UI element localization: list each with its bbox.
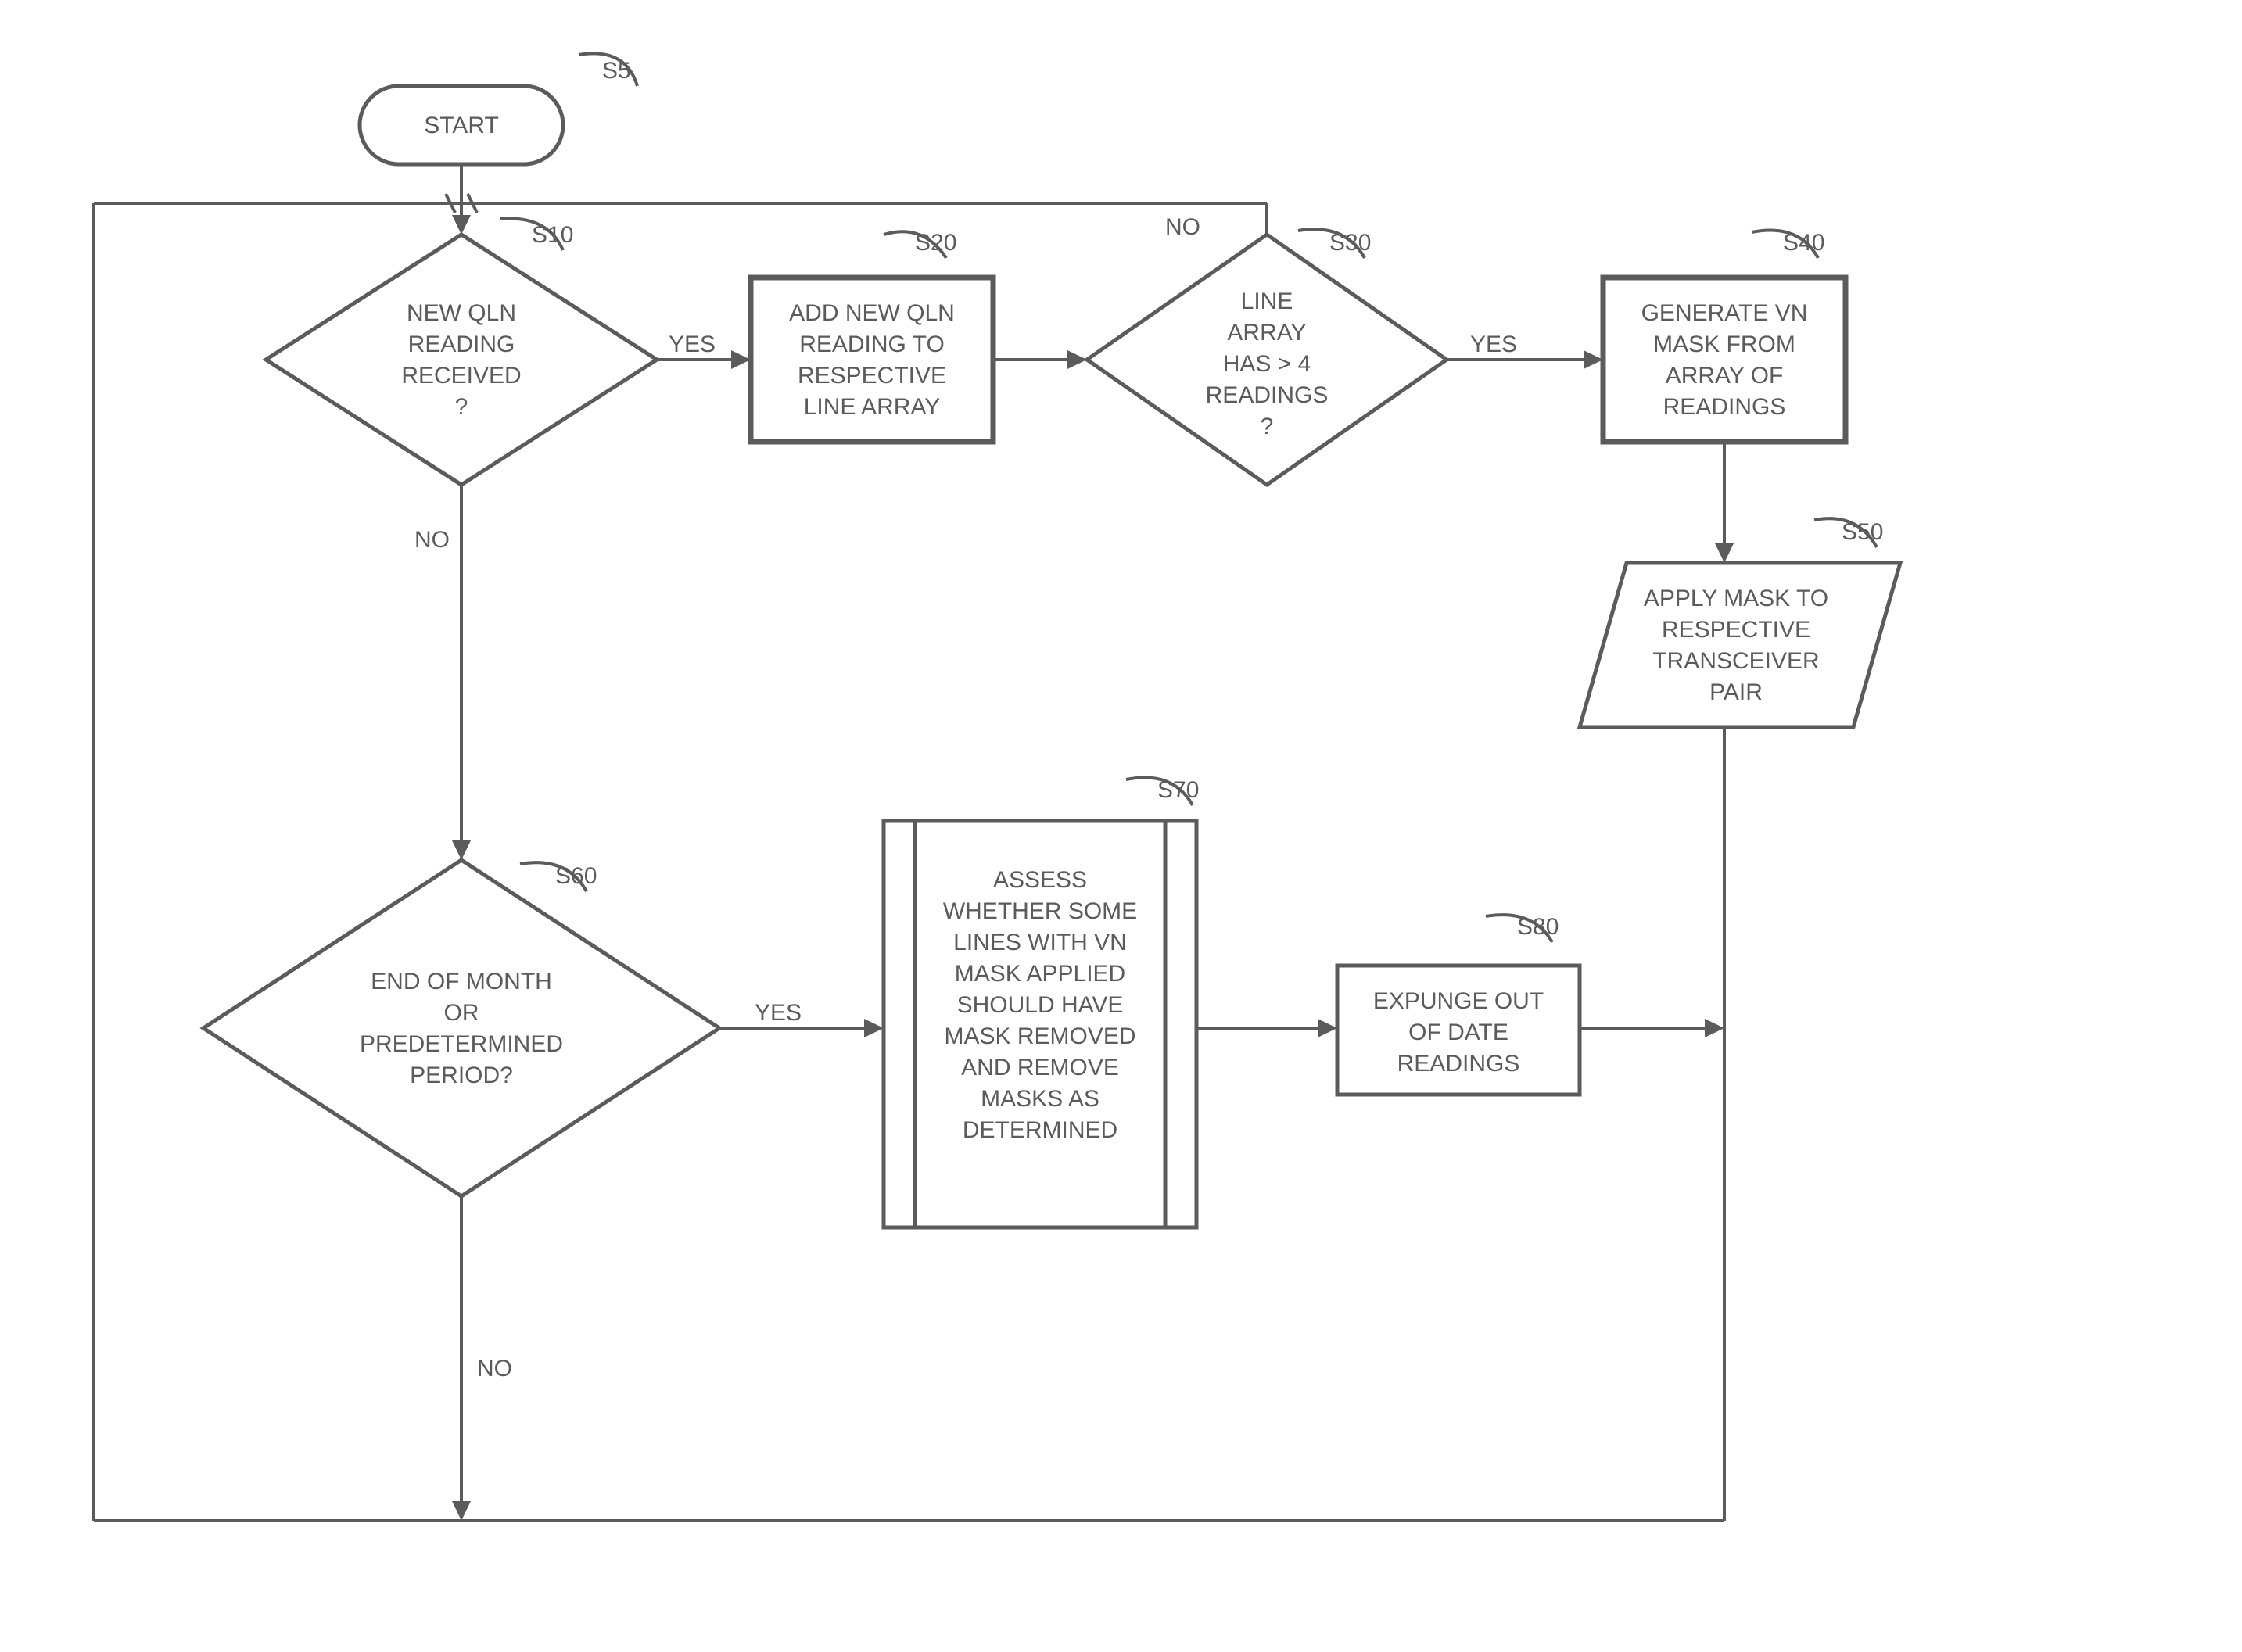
- node-s20-line2: READING TO: [799, 331, 945, 357]
- edge-s60-yes: YES: [755, 1000, 802, 1026]
- node-s60-line1: END OF MONTH: [371, 969, 552, 994]
- node-s10-line2: READING: [408, 331, 515, 357]
- node-s30-line1: LINE: [1241, 288, 1293, 314]
- node-s50-line2: RESPECTIVE: [1662, 617, 1810, 643]
- node-s10-line3: RECEIVED: [401, 363, 521, 389]
- node-s70-line8: MASKS AS: [981, 1086, 1099, 1112]
- node-s20-line1: ADD NEW QLN: [789, 300, 955, 326]
- edge-s30-yes: YES: [1470, 331, 1517, 357]
- node-s70-line2: WHETHER SOME: [943, 898, 1137, 924]
- label-s20: S20: [915, 230, 956, 256]
- node-s10-line1: NEW QLN: [407, 300, 516, 326]
- node-s40-line2: MASK FROM: [1653, 331, 1795, 357]
- node-s70-line1: ASSESS: [993, 867, 1087, 893]
- node-s60-line3: PREDETERMINED: [360, 1031, 563, 1057]
- node-start-text: START: [424, 113, 499, 138]
- node-s50-line3: TRANSCEIVER: [1652, 648, 1819, 674]
- node-s50: APPLY MASK TO RESPECTIVE TRANSCEIVER PAI…: [1580, 563, 1900, 727]
- node-s10-line4: ?: [455, 394, 468, 420]
- label-s5: S5: [602, 58, 631, 84]
- node-s20-line3: RESPECTIVE: [798, 363, 946, 389]
- node-s30: LINE ARRAY HAS > 4 READINGS ?: [1087, 235, 1447, 485]
- node-s70: ASSESS WHETHER SOME LINES WITH VN MASK A…: [884, 821, 1196, 1227]
- edge-s10-no: NO: [414, 527, 450, 553]
- node-s30-line2: ARRAY: [1227, 320, 1306, 346]
- node-s60-line2: OR: [444, 1000, 479, 1026]
- node-s80-line1: EXPUNGE OUT: [1373, 988, 1544, 1014]
- node-s50-line4: PAIR: [1709, 679, 1763, 705]
- node-s20: ADD NEW QLN READING TO RESPECTIVE LINE A…: [751, 278, 993, 442]
- node-s70-line7: AND REMOVE: [961, 1055, 1119, 1080]
- edge-s60-no: NO: [477, 1356, 512, 1381]
- node-s70-line9: DETERMINED: [963, 1117, 1117, 1143]
- node-s70-line6: MASK REMOVED: [944, 1023, 1135, 1049]
- node-start: START: [360, 86, 563, 164]
- node-s80: EXPUNGE OUT OF DATE READINGS: [1337, 966, 1580, 1095]
- node-s40-line3: ARRAY OF: [1666, 363, 1784, 389]
- node-s60-line4: PERIOD?: [410, 1063, 513, 1088]
- node-s70-line5: SHOULD HAVE: [957, 992, 1124, 1018]
- edge-s30-no: NO: [1165, 214, 1200, 240]
- node-s30-line3: HAS > 4: [1223, 351, 1311, 377]
- node-s80-line3: READINGS: [1397, 1051, 1520, 1077]
- node-s70-line3: LINES WITH VN: [953, 930, 1127, 955]
- node-s40: GENERATE VN MASK FROM ARRAY OF READINGS: [1603, 278, 1846, 442]
- node-s60: END OF MONTH OR PREDETERMINED PERIOD?: [203, 860, 719, 1196]
- node-s40-line4: READINGS: [1663, 394, 1786, 420]
- flowchart-canvas: START S5 NEW QLN READING RECEIVED ? S10 …: [0, 0, 2242, 1652]
- node-s70-line4: MASK APPLIED: [955, 961, 1125, 987]
- node-s10: NEW QLN READING RECEIVED ?: [266, 235, 657, 485]
- node-s80-line2: OF DATE: [1408, 1020, 1508, 1045]
- node-s20-line4: LINE ARRAY: [804, 394, 941, 420]
- edge-s10-yes: YES: [669, 331, 716, 357]
- node-s50-line1: APPLY MASK TO: [1644, 586, 1828, 611]
- node-s40-line1: GENERATE VN: [1641, 300, 1808, 326]
- node-s30-line4: READINGS: [1206, 382, 1329, 408]
- node-s30-line5: ?: [1261, 414, 1274, 439]
